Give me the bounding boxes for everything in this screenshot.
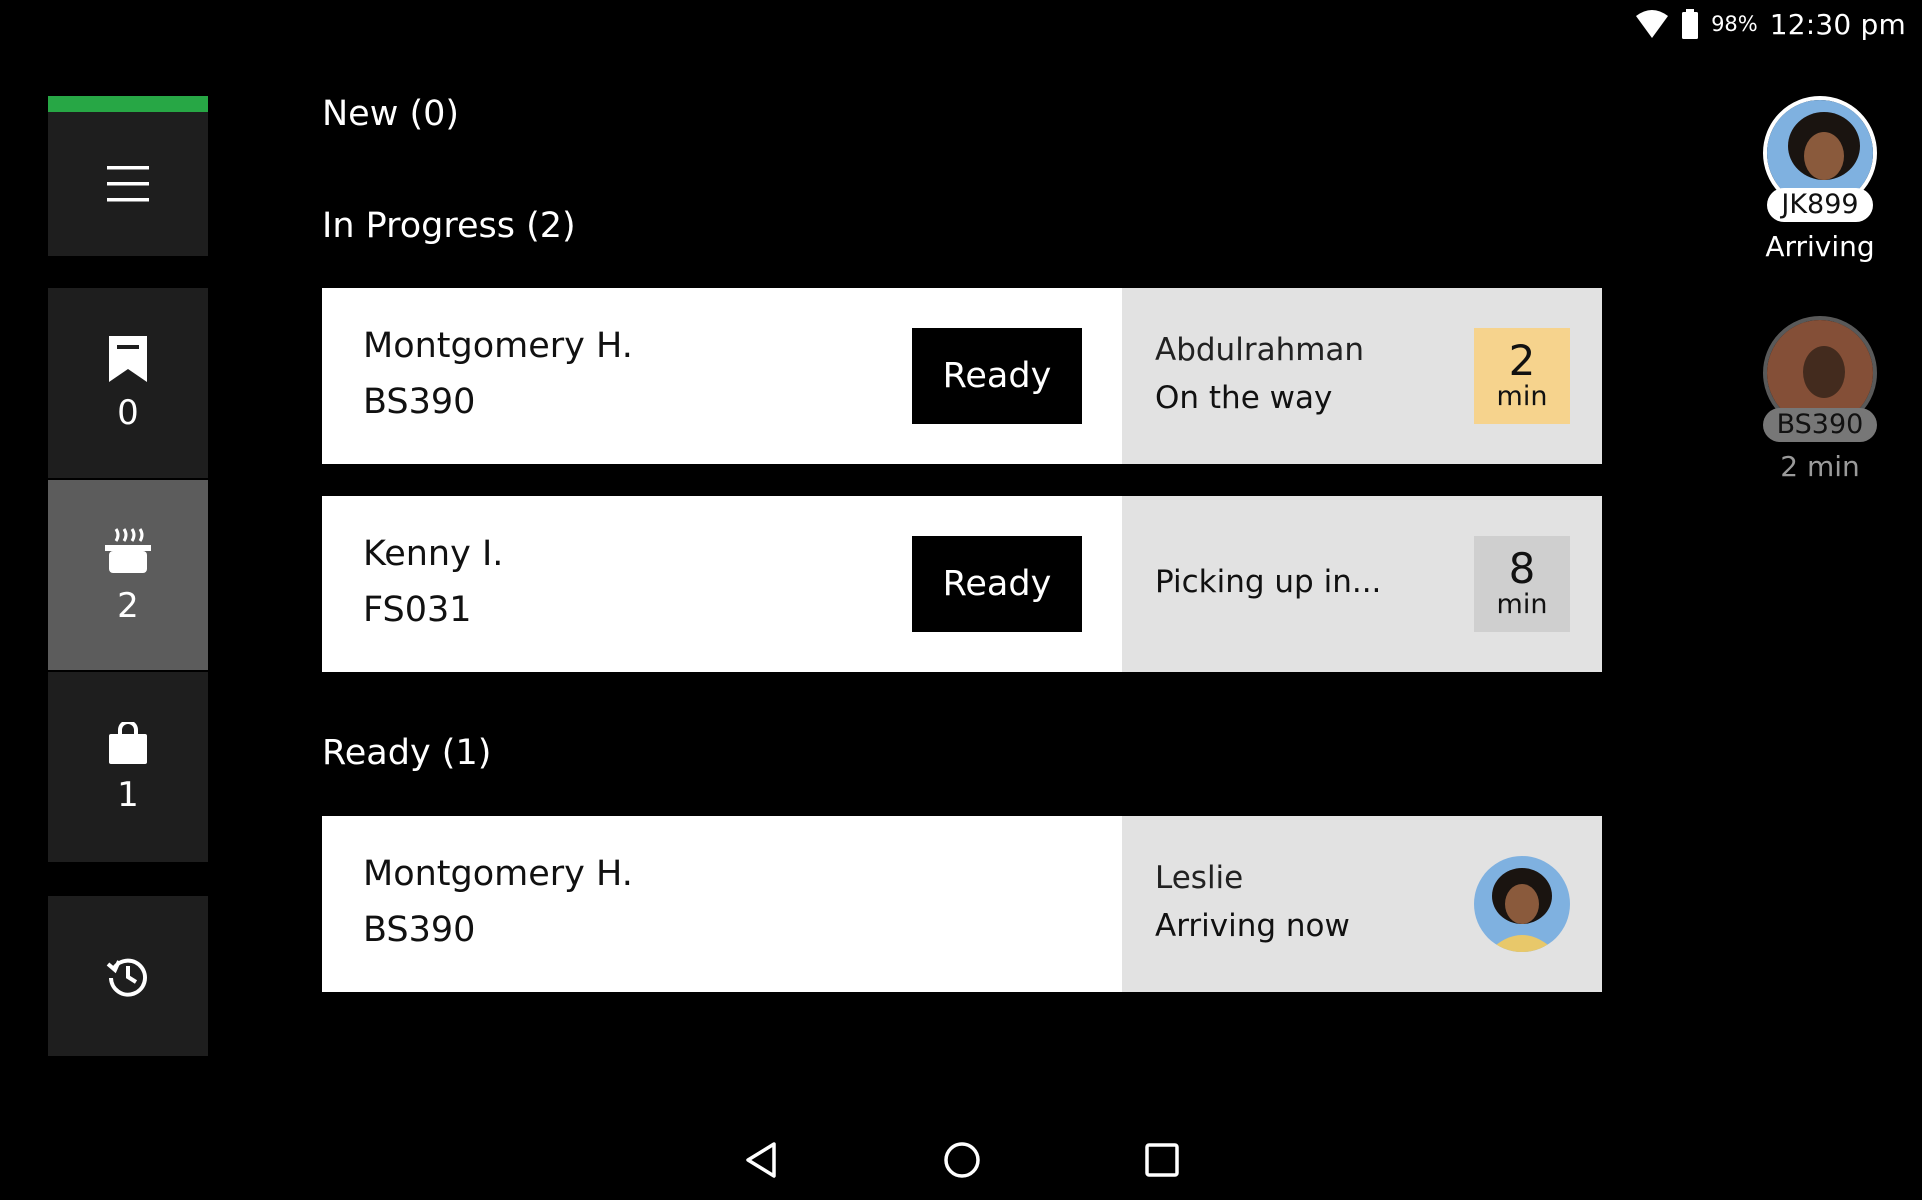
mark-ready-button[interactable]: Ready bbox=[912, 328, 1082, 424]
recents-icon bbox=[1145, 1143, 1179, 1177]
courier-code: JK899 bbox=[1767, 188, 1873, 222]
order-card[interactable]: Montgomery H. BS390 Ready Abdulrahman On… bbox=[322, 288, 1602, 464]
sidebar-item-in-progress[interactable]: 2 bbox=[48, 480, 208, 670]
home-button[interactable] bbox=[932, 1130, 992, 1190]
driver-status: On the way bbox=[1155, 380, 1333, 416]
order-card[interactable]: Montgomery H. BS390 Leslie Arriving now bbox=[322, 816, 1602, 992]
courier-waiting[interactable]: BS390 2 min bbox=[1730, 316, 1910, 483]
courier-arriving[interactable]: JK899 Arriving bbox=[1730, 96, 1910, 263]
back-icon bbox=[746, 1142, 776, 1178]
wifi-icon bbox=[1636, 10, 1669, 38]
section-title-in-progress: In Progress (2) bbox=[322, 206, 576, 246]
section-title-new: New (0) bbox=[322, 94, 460, 134]
sidebar-item-history[interactable] bbox=[48, 896, 208, 1056]
status-bar: 98% 12:30 pm bbox=[1635, 6, 1906, 42]
app-screen: 98% 12:30 pm 0 2 1 New (0) In Progress (… bbox=[0, 0, 1922, 1200]
eta-unit: min bbox=[1496, 381, 1548, 413]
order-code: BS390 bbox=[363, 910, 476, 950]
courier-avatar bbox=[1474, 856, 1570, 952]
eta-badge: 2 min bbox=[1474, 328, 1570, 424]
cooking-pot-icon bbox=[105, 528, 151, 573]
order-info[interactable]: Kenny I. FS031 Ready bbox=[322, 496, 1122, 672]
section-title-ready: Ready (1) bbox=[322, 733, 492, 773]
hamburger-icon bbox=[107, 166, 149, 202]
battery-icon bbox=[1682, 9, 1699, 39]
courier-code: BS390 bbox=[1762, 408, 1878, 442]
customer-name: Montgomery H. bbox=[363, 326, 633, 366]
recents-button[interactable] bbox=[1132, 1130, 1192, 1190]
driver-name: Abdulrahman bbox=[1155, 332, 1365, 368]
order-card[interactable]: Kenny I. FS031 Ready Picking up in... 8 … bbox=[322, 496, 1602, 672]
order-info[interactable]: Montgomery H. BS390 Ready bbox=[322, 288, 1122, 464]
sidebar-item-ready[interactable]: 1 bbox=[48, 672, 208, 862]
battery-percent: 98% bbox=[1711, 12, 1758, 36]
customer-name: Montgomery H. bbox=[363, 854, 633, 894]
navigation-bar bbox=[0, 1120, 1922, 1200]
receipt-icon bbox=[109, 336, 147, 382]
eta-value: 2 bbox=[1508, 336, 1536, 386]
courier-info: Picking up in... 8 min bbox=[1122, 496, 1602, 672]
new-count: 0 bbox=[117, 393, 139, 433]
eta-unit: min bbox=[1496, 589, 1548, 621]
rail-accent-bar bbox=[48, 96, 208, 112]
eta-value: 8 bbox=[1508, 544, 1536, 594]
driver-status: Arriving now bbox=[1155, 908, 1350, 944]
courier-info: Leslie Arriving now bbox=[1122, 816, 1602, 992]
order-info[interactable]: Montgomery H. BS390 bbox=[322, 816, 1122, 992]
courier-status: 2 min bbox=[1780, 449, 1860, 483]
eta-badge: 8 min bbox=[1474, 536, 1570, 632]
back-button[interactable] bbox=[732, 1130, 792, 1190]
driver-status: Picking up in... bbox=[1155, 564, 1382, 600]
history-icon bbox=[106, 958, 147, 997]
sidebar-item-new[interactable]: 0 bbox=[48, 288, 208, 478]
menu-button[interactable] bbox=[48, 112, 208, 256]
in-progress-count: 2 bbox=[117, 586, 139, 626]
courier-status: Arriving bbox=[1765, 229, 1875, 263]
customer-name: Kenny I. bbox=[363, 534, 504, 574]
mark-ready-button[interactable]: Ready bbox=[912, 536, 1082, 632]
ready-count: 1 bbox=[117, 775, 139, 815]
home-icon bbox=[944, 1142, 980, 1178]
courier-info: Abdulrahman On the way 2 min bbox=[1122, 288, 1602, 464]
order-code: FS031 bbox=[363, 590, 472, 630]
driver-name: Leslie bbox=[1155, 860, 1244, 896]
shopping-bag-icon bbox=[109, 722, 147, 764]
clock: 12:30 pm bbox=[1769, 7, 1906, 41]
order-code: BS390 bbox=[363, 382, 476, 422]
